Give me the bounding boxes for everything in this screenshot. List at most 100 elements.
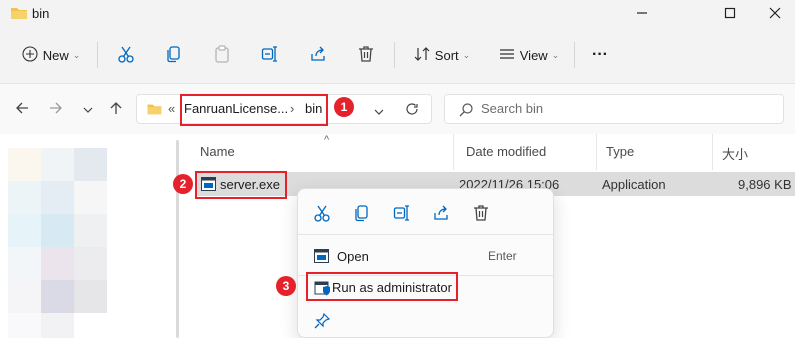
search-input[interactable] xyxy=(481,101,761,116)
blurred-nav-item xyxy=(8,148,41,181)
paste-button[interactable] xyxy=(208,40,236,70)
menu-item-open[interactable]: Open Enter xyxy=(304,243,548,271)
blurred-nav-item xyxy=(8,214,41,247)
delete-menu-button[interactable] xyxy=(469,203,493,225)
plus-icon xyxy=(22,45,38,65)
column-header-type[interactable]: Type xyxy=(592,134,712,170)
window-title: bin xyxy=(32,6,50,21)
toolbar-divider xyxy=(574,42,575,68)
back-icon xyxy=(15,101,29,119)
blurred-nav-item xyxy=(41,313,74,338)
back-button[interactable] xyxy=(12,100,32,120)
folder-icon xyxy=(10,5,28,24)
forward-icon xyxy=(49,101,63,119)
annotation-badge-1: 1 xyxy=(334,97,354,117)
cut-icon xyxy=(313,204,331,225)
chevron-down-icon: ⌄ xyxy=(72,49,81,60)
up-icon xyxy=(109,101,123,119)
highlight-box-address xyxy=(180,94,328,126)
blurred-nav-item xyxy=(8,181,41,214)
toolbar-divider xyxy=(97,42,98,68)
highlight-box-file xyxy=(195,171,287,199)
menu-item-pin[interactable] xyxy=(304,307,548,335)
copy-menu-button[interactable] xyxy=(350,203,374,225)
blurred-nav-item xyxy=(74,181,107,214)
search-icon xyxy=(459,103,473,120)
maximize-button[interactable] xyxy=(712,3,748,25)
forward-button[interactable] xyxy=(46,100,66,120)
refresh-icon[interactable] xyxy=(405,102,419,119)
minimize-icon xyxy=(636,7,648,22)
delete-button[interactable] xyxy=(352,40,380,70)
up-button[interactable] xyxy=(106,100,126,120)
sort-label: Sort xyxy=(434,47,459,63)
delete-icon xyxy=(357,45,375,66)
cut-icon xyxy=(117,45,135,66)
recent-locations-button[interactable] xyxy=(78,100,98,120)
rename-icon xyxy=(393,204,411,225)
search-box[interactable] xyxy=(444,94,784,124)
close-icon xyxy=(769,7,781,22)
file-type: Application xyxy=(602,177,666,192)
blurred-nav-item xyxy=(74,247,107,280)
navigation-bar: « FanruanLicense... › bin xyxy=(0,84,795,134)
delete-icon xyxy=(472,204,490,225)
cut-button[interactable] xyxy=(112,40,140,70)
context-menu: Open Enter Run as administrator xyxy=(297,188,554,338)
sort-button[interactable]: Sort ⌄ xyxy=(406,40,478,70)
column-header-date[interactable]: Date modified xyxy=(452,134,597,170)
blurred-nav-item xyxy=(41,181,74,214)
toolbar-divider xyxy=(394,42,395,68)
column-header-name[interactable]: Name xyxy=(186,134,456,170)
blurred-nav-item xyxy=(74,148,107,181)
rename-icon xyxy=(261,45,279,66)
command-bar: New ⌄ Sort ⌄ View ⌄ ··· xyxy=(0,28,795,84)
title-bar: bin xyxy=(0,0,795,28)
copy-icon xyxy=(165,45,183,66)
sort-icon xyxy=(414,46,430,65)
annotation-badge-2: 2 xyxy=(173,174,193,194)
recent-icon xyxy=(83,102,93,119)
chevron-down-icon: ⌄ xyxy=(551,49,560,60)
blurred-nav-item xyxy=(41,280,74,313)
pin-icon xyxy=(314,312,331,329)
share-icon xyxy=(432,204,450,225)
column-header-size[interactable]: 大小 xyxy=(708,134,795,170)
exe-icon xyxy=(314,249,330,265)
share-icon xyxy=(309,45,327,66)
view-icon xyxy=(499,46,515,65)
new-label: New xyxy=(42,47,69,63)
minimize-button[interactable] xyxy=(624,3,660,25)
menu-divider xyxy=(298,234,553,235)
navigation-pane xyxy=(0,134,170,338)
blurred-nav-item xyxy=(8,280,41,313)
highlight-box-run-as-admin xyxy=(306,272,458,301)
cut-menu-button[interactable] xyxy=(310,203,334,225)
folder-icon xyxy=(146,102,163,119)
pane-splitter[interactable] xyxy=(176,140,179,338)
blurred-nav-item xyxy=(41,247,74,280)
blurred-nav-item xyxy=(41,214,74,247)
view-label: View xyxy=(519,47,548,63)
share-button[interactable] xyxy=(304,40,332,70)
maximize-icon xyxy=(724,7,736,22)
blurred-nav-item xyxy=(74,280,107,313)
blurred-nav-item xyxy=(8,247,41,280)
blurred-nav-item xyxy=(41,148,74,181)
menu-item-label: Open xyxy=(337,249,369,264)
copy-icon xyxy=(353,204,371,225)
annotation-badge-3: 3 xyxy=(276,276,296,296)
address-dropdown-icon[interactable] xyxy=(374,105,384,120)
close-button[interactable] xyxy=(757,3,793,25)
more-options-button[interactable]: ··· xyxy=(586,40,614,70)
rename-button[interactable] xyxy=(256,40,284,70)
menu-item-shortcut: Enter xyxy=(488,249,517,263)
copy-button[interactable] xyxy=(160,40,188,70)
rename-menu-button[interactable] xyxy=(390,203,414,225)
view-button[interactable]: View ⌄ xyxy=(494,40,564,70)
file-size: 9,896 KB xyxy=(738,177,792,192)
share-menu-button[interactable] xyxy=(429,203,453,225)
paste-icon xyxy=(213,44,231,66)
new-button[interactable]: New ⌄ xyxy=(16,40,86,70)
address-overflow[interactable]: « xyxy=(168,101,175,116)
